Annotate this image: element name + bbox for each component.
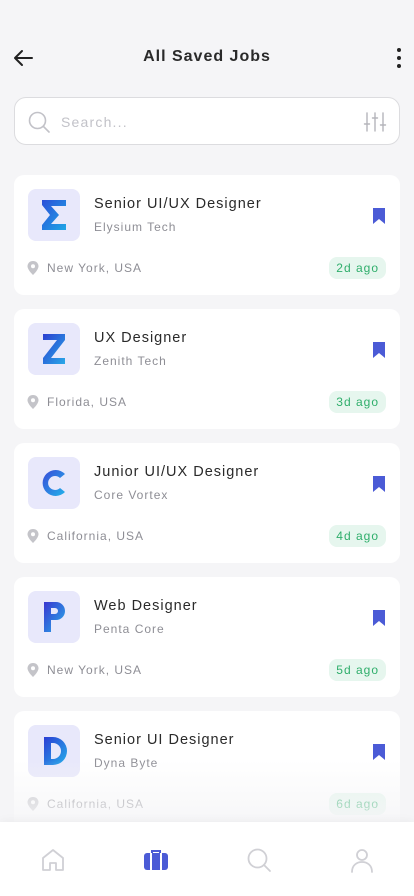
job-title: Senior UI/UX Designer [94,196,262,212]
job-location: New York, USA [47,261,143,275]
posted-badge: 5d ago [329,659,386,681]
sliders-icon[interactable] [363,110,387,134]
location-pin-icon [27,261,39,275]
sigma-logo-icon [28,189,80,241]
saved-jobs-list: Senior UI/UX Designer Elysium Tech New Y… [14,175,400,845]
header: All Saved Jobs [0,0,414,88]
profile-icon[interactable] [348,846,376,874]
job-card[interactable]: UX Designer Zenith Tech Florida, USA 3d … [14,309,400,429]
company-name: Dyna Byte [94,756,159,770]
job-title: Junior UI/UX Designer [94,464,260,480]
search-bar [14,97,400,145]
company-name: Penta Core [94,622,165,636]
job-location: New York, USA [47,663,143,677]
job-location: California, USA [47,797,145,811]
bookmark-icon[interactable] [372,743,386,761]
home-icon[interactable] [39,846,67,874]
bookmark-icon[interactable] [372,609,386,627]
briefcase-icon[interactable] [142,846,170,874]
job-location: Florida, USA [47,395,128,409]
page-title: All Saved Jobs [143,48,271,65]
bookmark-icon[interactable] [372,475,386,493]
posted-badge: 3d ago [329,391,386,413]
job-title: Senior UI Designer [94,732,235,748]
search-input[interactable] [61,108,341,136]
company-name: Zenith Tech [94,354,167,368]
z-logo-icon [28,323,80,375]
posted-badge: 2d ago [329,257,386,279]
posted-badge: 6d ago [329,793,386,815]
job-title: Web Designer [94,598,198,614]
more-vertical-icon[interactable] [392,44,406,72]
job-card[interactable]: Web Designer Penta Core New York, USA 5d… [14,577,400,697]
posted-badge: 4d ago [329,525,386,547]
p-logo-icon [28,591,80,643]
bookmark-icon[interactable] [372,341,386,359]
job-card[interactable]: Senior UI/UX Designer Elysium Tech New Y… [14,175,400,295]
company-name: Core Vortex [94,488,169,502]
location-pin-icon [27,395,39,409]
d-logo-icon [28,725,80,777]
job-card[interactable]: Senior UI Designer Dyna Byte California,… [14,711,400,831]
job-card[interactable]: Junior UI/UX Designer Core Vortex Califo… [14,443,400,563]
c-logo-icon [28,457,80,509]
job-location: California, USA [47,529,145,543]
bookmark-icon[interactable] [372,207,386,225]
location-pin-icon [27,529,39,543]
job-title: UX Designer [94,330,188,346]
company-name: Elysium Tech [94,220,177,234]
location-pin-icon [27,663,39,677]
bottom-nav [0,822,414,896]
search-icon [28,111,50,133]
search-icon[interactable] [245,846,273,874]
location-pin-icon [27,797,39,811]
